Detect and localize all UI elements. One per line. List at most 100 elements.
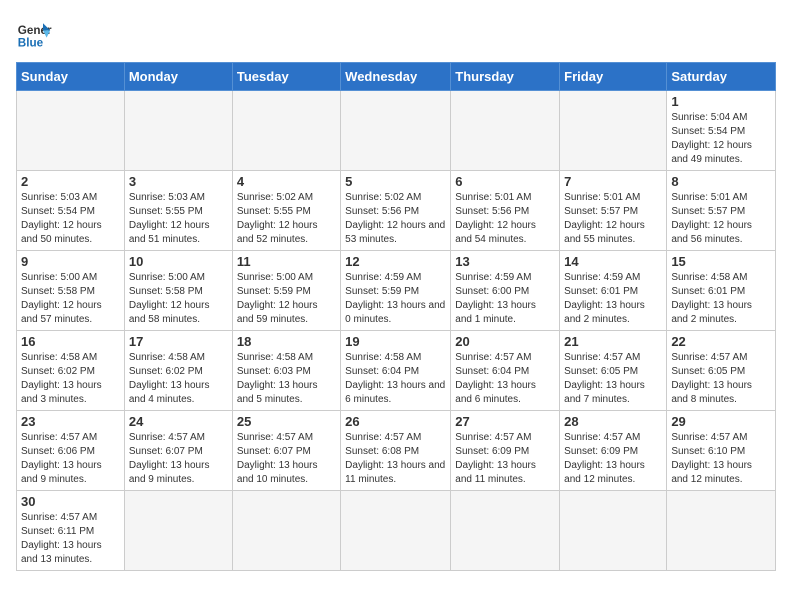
day-number: 12 (345, 254, 446, 269)
calendar-cell (124, 491, 232, 571)
calendar-cell: 3Sunrise: 5:03 AM Sunset: 5:55 PM Daylig… (124, 171, 232, 251)
calendar-table: SundayMondayTuesdayWednesdayThursdayFrid… (16, 62, 776, 571)
calendar-cell (232, 491, 340, 571)
day-number: 14 (564, 254, 662, 269)
calendar-cell: 17 Sunrise: 4:58 AM Sunset: 6:02 PM Dayli… (124, 331, 232, 411)
calendar-week-row: 9 Sunrise: 5:00 AM Sunset: 5:58 PM Daylig… (17, 251, 776, 331)
calendar-cell (451, 491, 560, 571)
day-info: Sunrise: 4:58 AM Sunset: 6:02 PM Dayligh… (21, 351, 120, 407)
day-info: Sunrise: 4:58 AM Sunset: 6:03 PM Dayligh… (237, 351, 336, 407)
calendar-cell: 6Sunrise: 5:01 AM Sunset: 5:56 PM Daylig… (451, 171, 560, 251)
day-info: Sunrise: 4:57 AM Sunset: 6:05 PM Dayligh… (564, 351, 662, 407)
day-info: Sunrise: 4:57 AM Sunset: 6:09 PM Dayligh… (564, 431, 662, 487)
day-info: Sunrise: 5:01 AM Sunset: 5:57 PM Dayligh… (671, 191, 771, 247)
calendar-cell: 29 Sunrise: 4:57 AM Sunset: 6:10 PM Dayli… (667, 411, 776, 491)
calendar-cell (341, 491, 451, 571)
header: General Blue (16, 16, 776, 52)
calendar-cell (124, 91, 232, 171)
weekday-header-monday: Monday (124, 63, 232, 91)
day-number: 22 (671, 334, 771, 349)
weekday-header-saturday: Saturday (667, 63, 776, 91)
day-number: 15 (671, 254, 771, 269)
day-info: Sunrise: 5:01 AM Sunset: 5:56 PM Dayligh… (455, 191, 555, 247)
calendar-cell (232, 91, 340, 171)
day-info: Sunrise: 4:58 AM Sunset: 6:04 PM Dayligh… (345, 351, 446, 407)
calendar-cell (17, 91, 125, 171)
calendar-week-row: 16 Sunrise: 4:58 AM Sunset: 6:02 PM Dayli… (17, 331, 776, 411)
day-number: 25 (237, 414, 336, 429)
weekday-header-tuesday: Tuesday (232, 63, 340, 91)
calendar-cell: 8 Sunrise: 5:01 AM Sunset: 5:57 PM Daylig… (667, 171, 776, 251)
day-info: Sunrise: 4:57 AM Sunset: 6:10 PM Dayligh… (671, 431, 771, 487)
day-number: 21 (564, 334, 662, 349)
calendar-cell: 9 Sunrise: 5:00 AM Sunset: 5:58 PM Daylig… (17, 251, 125, 331)
day-info: Sunrise: 4:58 AM Sunset: 6:01 PM Dayligh… (671, 271, 771, 327)
calendar-cell: 11Sunrise: 5:00 AM Sunset: 5:59 PM Dayli… (232, 251, 340, 331)
day-number: 8 (671, 174, 771, 189)
calendar-cell: 13Sunrise: 4:59 AM Sunset: 6:00 PM Dayli… (451, 251, 560, 331)
calendar-cell: 24 Sunrise: 4:57 AM Sunset: 6:07 PM Dayli… (124, 411, 232, 491)
day-number: 24 (129, 414, 228, 429)
calendar-cell (451, 91, 560, 171)
weekday-header-friday: Friday (560, 63, 667, 91)
day-info: Sunrise: 5:04 AM Sunset: 5:54 PM Dayligh… (671, 111, 771, 167)
day-info: Sunrise: 4:59 AM Sunset: 5:59 PM Dayligh… (345, 271, 446, 327)
day-info: Sunrise: 4:57 AM Sunset: 6:04 PM Dayligh… (455, 351, 555, 407)
day-info: Sunrise: 4:57 AM Sunset: 6:06 PM Dayligh… (21, 431, 120, 487)
day-info: Sunrise: 4:57 AM Sunset: 6:07 PM Dayligh… (129, 431, 228, 487)
day-number: 19 (345, 334, 446, 349)
calendar-cell: 2Sunrise: 5:03 AM Sunset: 5:54 PM Daylig… (17, 171, 125, 251)
day-number: 28 (564, 414, 662, 429)
calendar-cell: 12 Sunrise: 4:59 AM Sunset: 5:59 PM Dayli… (341, 251, 451, 331)
day-number: 27 (455, 414, 555, 429)
day-number: 20 (455, 334, 555, 349)
calendar-cell: 4 Sunrise: 5:02 AM Sunset: 5:55 PM Daylig… (232, 171, 340, 251)
day-info: Sunrise: 4:59 AM Sunset: 6:01 PM Dayligh… (564, 271, 662, 327)
calendar-cell: 18 Sunrise: 4:58 AM Sunset: 6:03 PM Dayli… (232, 331, 340, 411)
logo: General Blue (16, 16, 52, 52)
calendar-cell: 23 Sunrise: 4:57 AM Sunset: 6:06 PM Dayli… (17, 411, 125, 491)
logo-icon: General Blue (16, 16, 52, 52)
calendar-cell: 22Sunrise: 4:57 AM Sunset: 6:05 PM Dayli… (667, 331, 776, 411)
day-number: 26 (345, 414, 446, 429)
day-info: Sunrise: 5:02 AM Sunset: 5:55 PM Dayligh… (237, 191, 336, 247)
calendar-cell: 7Sunrise: 5:01 AM Sunset: 5:57 PM Daylig… (560, 171, 667, 251)
day-info: Sunrise: 5:00 AM Sunset: 5:59 PM Dayligh… (237, 271, 336, 327)
calendar-cell (560, 491, 667, 571)
day-info: Sunrise: 4:57 AM Sunset: 6:09 PM Dayligh… (455, 431, 555, 487)
day-number: 23 (21, 414, 120, 429)
calendar-cell (341, 91, 451, 171)
day-info: Sunrise: 4:58 AM Sunset: 6:02 PM Dayligh… (129, 351, 228, 407)
day-number: 16 (21, 334, 120, 349)
calendar-cell: 10Sunrise: 5:00 AM Sunset: 5:58 PM Dayli… (124, 251, 232, 331)
day-info: Sunrise: 5:00 AM Sunset: 5:58 PM Dayligh… (21, 271, 120, 327)
calendar-cell: 30Sunrise: 4:57 AM Sunset: 6:11 PM Dayli… (17, 491, 125, 571)
calendar-cell: 27 Sunrise: 4:57 AM Sunset: 6:09 PM Dayli… (451, 411, 560, 491)
day-number: 18 (237, 334, 336, 349)
calendar-cell: 20 Sunrise: 4:57 AM Sunset: 6:04 PM Dayli… (451, 331, 560, 411)
calendar-cell: 28 Sunrise: 4:57 AM Sunset: 6:09 PM Dayli… (560, 411, 667, 491)
calendar-week-row: 1 Sunrise: 5:04 AM Sunset: 5:54 PM Daylig… (17, 91, 776, 171)
weekday-header-sunday: Sunday (17, 63, 125, 91)
day-info: Sunrise: 5:00 AM Sunset: 5:58 PM Dayligh… (129, 271, 228, 327)
weekday-header-thursday: Thursday (451, 63, 560, 91)
day-number: 4 (237, 174, 336, 189)
calendar-week-row: 2Sunrise: 5:03 AM Sunset: 5:54 PM Daylig… (17, 171, 776, 251)
day-number: 30 (21, 494, 120, 509)
calendar-cell: 19 Sunrise: 4:58 AM Sunset: 6:04 PM Dayli… (341, 331, 451, 411)
calendar-cell (667, 491, 776, 571)
day-info: Sunrise: 5:03 AM Sunset: 5:54 PM Dayligh… (21, 191, 120, 247)
day-info: Sunrise: 5:01 AM Sunset: 5:57 PM Dayligh… (564, 191, 662, 247)
day-number: 3 (129, 174, 228, 189)
calendar-cell: 15 Sunrise: 4:58 AM Sunset: 6:01 PM Dayli… (667, 251, 776, 331)
calendar-cell: 21 Sunrise: 4:57 AM Sunset: 6:05 PM Dayli… (560, 331, 667, 411)
day-number: 9 (21, 254, 120, 269)
day-number: 17 (129, 334, 228, 349)
day-info: Sunrise: 4:57 AM Sunset: 6:07 PM Dayligh… (237, 431, 336, 487)
day-number: 1 (671, 94, 771, 109)
day-info: Sunrise: 4:59 AM Sunset: 6:00 PM Dayligh… (455, 271, 555, 327)
calendar-cell: 25 Sunrise: 4:57 AM Sunset: 6:07 PM Dayli… (232, 411, 340, 491)
day-info: Sunrise: 4:57 AM Sunset: 6:08 PM Dayligh… (345, 431, 446, 487)
calendar-cell: 16 Sunrise: 4:58 AM Sunset: 6:02 PM Dayli… (17, 331, 125, 411)
day-number: 29 (671, 414, 771, 429)
